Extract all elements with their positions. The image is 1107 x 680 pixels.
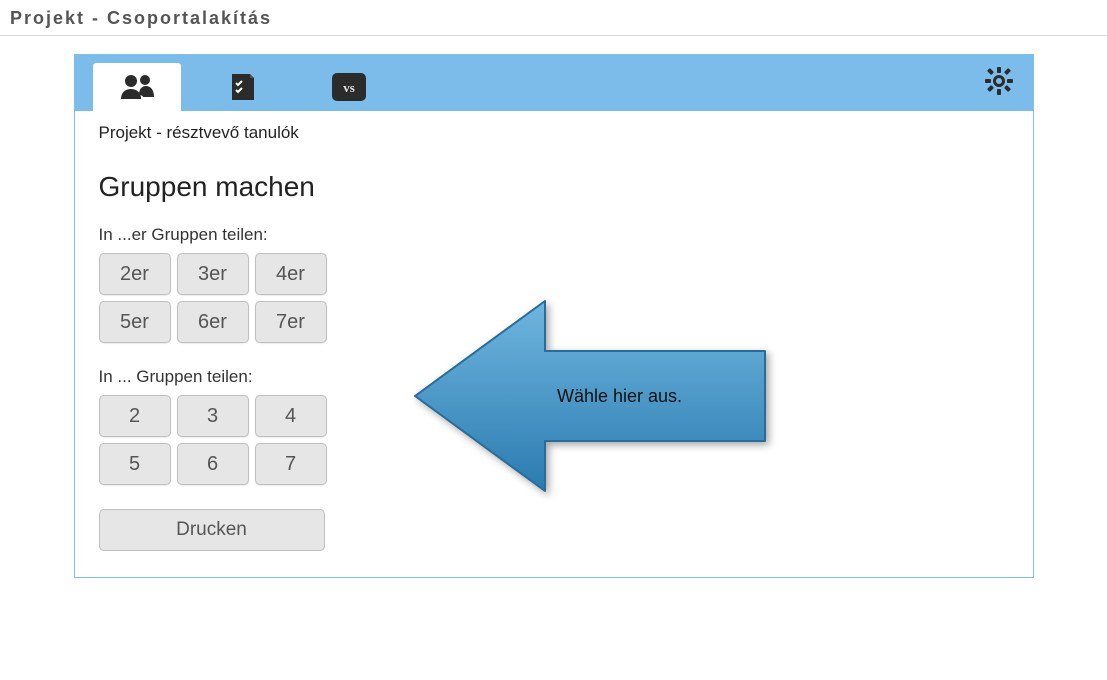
callout-arrow: Wähle hier aus. <box>405 291 775 501</box>
group-size-4er[interactable]: 4er <box>255 253 327 295</box>
subtitle: Projekt - résztvevő tanulók <box>99 123 1009 143</box>
group-count-5[interactable]: 5 <box>99 443 171 485</box>
heading: Gruppen machen <box>99 171 1009 203</box>
callout-text: Wähle hier aus. <box>557 386 682 407</box>
group-size-7er[interactable]: 7er <box>255 301 327 343</box>
page-title: Projekt - Csoportalakítás <box>0 0 1107 36</box>
tab-participants[interactable] <box>93 63 181 111</box>
svg-text:vs: vs <box>343 80 355 95</box>
main-panel: vs <box>74 54 1034 578</box>
group-count-6[interactable]: 6 <box>177 443 249 485</box>
group-count-3[interactable]: 3 <box>177 395 249 437</box>
tab-bar: vs <box>75 55 1033 111</box>
group-size-5er[interactable]: 5er <box>99 301 171 343</box>
tab-checklist[interactable] <box>199 63 287 111</box>
tab-vs[interactable]: vs <box>305 63 393 111</box>
group-size-label: In ...er Gruppen teilen: <box>99 225 1009 245</box>
gear-icon <box>983 65 1015 102</box>
content-area: Projekt - résztvevő tanulók Gruppen mach… <box>75 111 1033 577</box>
vs-icon: vs <box>332 73 366 101</box>
group-size-2er[interactable]: 2er <box>99 253 171 295</box>
group-size-6er[interactable]: 6er <box>177 301 249 343</box>
group-count-4[interactable]: 4 <box>255 395 327 437</box>
checklist-icon <box>228 72 258 102</box>
group-count-7[interactable]: 7 <box>255 443 327 485</box>
settings-button[interactable] <box>983 55 1015 111</box>
group-size-3er[interactable]: 3er <box>177 253 249 295</box>
group-count-2[interactable]: 2 <box>99 395 171 437</box>
print-button[interactable]: Drucken <box>99 509 325 551</box>
users-icon <box>117 73 157 101</box>
